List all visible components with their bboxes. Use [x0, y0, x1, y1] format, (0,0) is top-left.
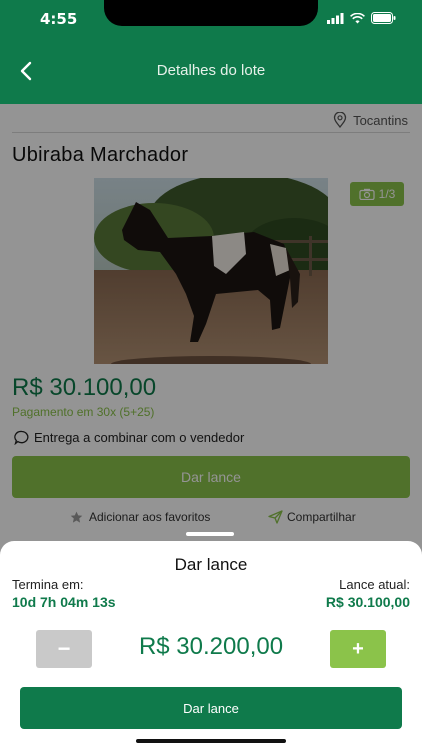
- status-icons: [327, 12, 396, 24]
- sheet-title: Dar lance: [174, 555, 248, 574]
- app-header: 4:55 Detalhes do lote: [0, 0, 422, 104]
- status-time: 4:55: [40, 10, 78, 28]
- increase-bid-button[interactable]: +: [330, 630, 386, 668]
- submit-bid-button[interactable]: Dar lance: [20, 687, 402, 729]
- bid-sheet: Dar lance Termina em: 10d 7h 04m 13s Lan…: [0, 541, 422, 750]
- bid-amount: R$ 30.200,00: [138, 633, 284, 660]
- decrease-bid-button[interactable]: −: [36, 630, 92, 668]
- current-bid-label: Lance atual:: [339, 577, 410, 592]
- sheet-handle[interactable]: [186, 532, 234, 536]
- home-indicator: [136, 739, 286, 743]
- wifi-icon: [350, 12, 365, 23]
- countdown: 10d 7h 04m 13s: [12, 594, 116, 610]
- current-bid-value: R$ 30.100,00: [325, 594, 410, 610]
- battery-icon: [371, 12, 396, 24]
- device-notch: [104, 0, 318, 26]
- signal-icon: [327, 12, 344, 24]
- ends-label: Termina em:: [12, 577, 84, 592]
- page-title: Detalhes do lote: [156, 62, 266, 79]
